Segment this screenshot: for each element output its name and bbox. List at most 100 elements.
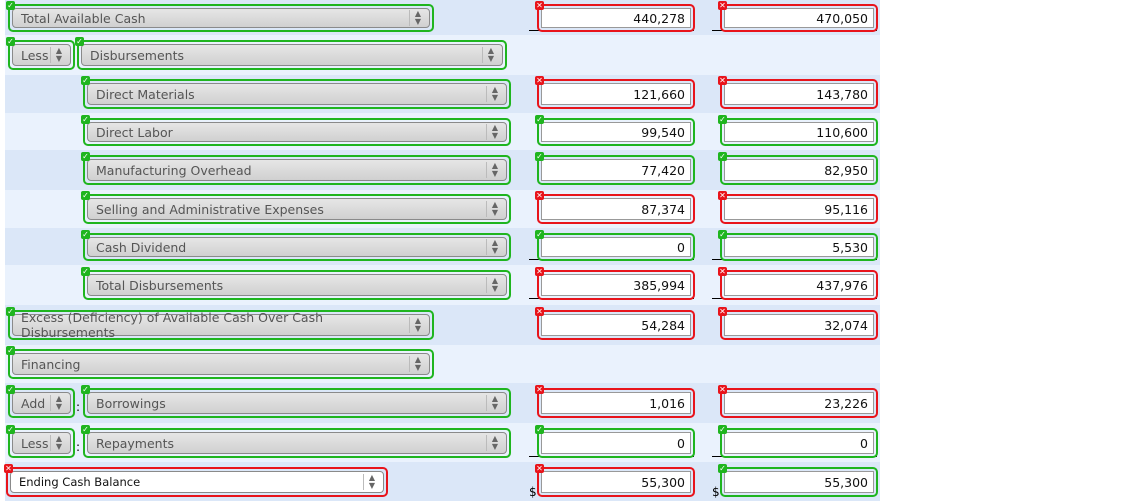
- select-field[interactable]: ✓ Direct Materials ▲ ▼: [81, 76, 511, 109]
- select-field[interactable]: ✓ Selling and Administrative Expenses ▲ ▼: [81, 191, 511, 224]
- amount-input[interactable]: 0: [724, 432, 874, 454]
- x-icon: ✕: [718, 307, 727, 316]
- amount-field[interactable]: ✕ 54,284: [535, 307, 695, 340]
- amount-input[interactable]: 32,074: [724, 314, 874, 336]
- amount-field[interactable]: ✕ 1,016: [535, 385, 695, 418]
- check-icon: ✓: [6, 385, 15, 394]
- dropdown-label: Direct Labor: [96, 124, 173, 140]
- amount-input[interactable]: 87,374: [541, 198, 691, 220]
- check-icon: ✓: [718, 464, 727, 473]
- amount-input[interactable]: 143,780: [724, 83, 874, 105]
- colon-separator: :: [76, 400, 81, 414]
- amount-input[interactable]: 437,976: [724, 274, 874, 296]
- dropdown[interactable]: Ending Cash Balance ▲ ▼: [10, 471, 384, 493]
- amount-input[interactable]: 1,016: [541, 392, 691, 414]
- dropdown[interactable]: Add ▲ ▼: [12, 392, 71, 414]
- amount-input[interactable]: 121,660: [541, 83, 691, 105]
- check-icon: ✓: [81, 425, 90, 434]
- select-field[interactable]: ✓ Repayments ▲ ▼: [81, 425, 511, 458]
- dollar-sign: $: [529, 485, 537, 499]
- dropdown[interactable]: Less ▲ ▼: [12, 44, 71, 66]
- amount-input[interactable]: 385,994: [541, 274, 691, 296]
- dropdown[interactable]: Repayments ▲ ▼: [87, 432, 507, 454]
- dropdown[interactable]: Cash Dividend ▲ ▼: [87, 237, 507, 257]
- amount-field[interactable]: ✓ 0: [535, 230, 695, 261]
- amount-input[interactable]: 110,600: [724, 122, 874, 142]
- amount-field[interactable]: ✕ 121,660: [535, 76, 695, 109]
- select-field[interactable]: ✓ Borrowings ▲ ▼: [81, 385, 511, 418]
- amount-input[interactable]: 55,300: [541, 471, 691, 493]
- amount-input[interactable]: 0: [541, 237, 691, 257]
- amount-field[interactable]: ✓ 0: [535, 425, 695, 458]
- dropdown[interactable]: Selling and Administrative Expenses ▲ ▼: [87, 198, 507, 220]
- check-icon: ✓: [81, 191, 90, 200]
- select-field[interactable]: ✓ Disbursements ▲ ▼: [75, 37, 507, 70]
- updown-arrow-icon: ▲ ▼: [485, 395, 498, 411]
- amount-field[interactable]: ✓ 77,420: [535, 152, 695, 185]
- select-field[interactable]: ✕ Ending Cash Balance ▲ ▼: [4, 464, 388, 497]
- dropdown[interactable]: Borrowings ▲ ▼: [87, 392, 507, 414]
- dropdown-label: Ending Cash Balance: [19, 475, 141, 489]
- amount-field[interactable]: ✕ 385,994: [535, 267, 695, 300]
- amount-field[interactable]: ✓ 82,950: [718, 152, 878, 185]
- select-field[interactable]: ✓ Manufacturing Overhead ▲ ▼: [81, 152, 511, 185]
- select-field[interactable]: ✓ Add ▲ ▼: [6, 385, 75, 418]
- check-icon: ✓: [6, 346, 15, 355]
- check-icon: ✓: [81, 230, 90, 239]
- dropdown[interactable]: Direct Materials ▲ ▼: [87, 83, 507, 105]
- amount-field[interactable]: ✕ 95,116: [718, 191, 878, 224]
- dropdown[interactable]: Less ▲ ▼: [12, 432, 71, 454]
- amount-input[interactable]: 470,050: [724, 8, 874, 28]
- amount-field[interactable]: ✕ 143,780: [718, 76, 878, 109]
- amount-input[interactable]: 23,226: [724, 392, 874, 414]
- dropdown[interactable]: Total Disbursements ▲ ▼: [87, 274, 507, 296]
- amount-field[interactable]: ✕ 440,278: [535, 1, 695, 32]
- select-field[interactable]: ✓ Excess (Deficiency) of Available Cash O…: [6, 307, 434, 340]
- amount-field[interactable]: ✕ 87,374: [535, 191, 695, 224]
- check-icon: ✓: [81, 115, 90, 124]
- dropdown[interactable]: Manufacturing Overhead ▲ ▼: [87, 159, 507, 181]
- select-field[interactable]: ✓ Less ▲ ▼: [6, 425, 75, 458]
- dropdown[interactable]: Direct Labor ▲ ▼: [87, 122, 507, 142]
- dropdown-label: Financing: [21, 356, 81, 372]
- amount-field[interactable]: ✕ 470,050: [718, 1, 878, 32]
- select-field[interactable]: ✓ Direct Labor ▲ ▼: [81, 115, 511, 146]
- amount-field[interactable]: ✕ 23,226: [718, 385, 878, 418]
- amount-input[interactable]: 55,300: [724, 471, 874, 493]
- dropdown[interactable]: Financing ▲ ▼: [12, 353, 430, 375]
- amount-input[interactable]: 82,950: [724, 159, 874, 181]
- amount-field[interactable]: ✕ 55,300: [535, 464, 695, 497]
- select-field[interactable]: ✓ Cash Dividend ▲ ▼: [81, 230, 511, 261]
- updown-arrow-icon: ▲ ▼: [362, 474, 375, 490]
- amount-field[interactable]: ✓ 5,530: [718, 230, 878, 261]
- table-row: ✓ Add ▲ ▼: ✓ Borrowings ▲ ▼ ✕ 1,016 ✕ 23,226: [5, 383, 880, 423]
- amount-field[interactable]: ✕ 32,074: [718, 307, 878, 340]
- dropdown-label: Less: [21, 435, 49, 451]
- amount-field[interactable]: ✓ 99,540: [535, 115, 695, 146]
- select-field[interactable]: ✓ Less ▲ ▼: [6, 37, 75, 70]
- amount-input[interactable]: 440,278: [541, 8, 691, 28]
- amount-input[interactable]: 95,116: [724, 198, 874, 220]
- amount-field[interactable]: ✓ 55,300: [718, 464, 878, 497]
- select-field[interactable]: ✓ Total Disbursements ▲ ▼: [81, 267, 511, 300]
- check-icon: ✓: [718, 230, 727, 239]
- x-icon: ✕: [718, 76, 727, 85]
- dropdown[interactable]: Excess (Deficiency) of Available Cash Ov…: [12, 310, 430, 340]
- amount-input[interactable]: 99,540: [541, 122, 691, 142]
- updown-arrow-icon: ▲ ▼: [485, 435, 498, 451]
- amount-input[interactable]: 54,284: [541, 314, 691, 336]
- dropdown-label: Selling and Administrative Expenses: [96, 201, 324, 217]
- amount-input[interactable]: 0: [541, 432, 691, 454]
- check-icon: ✓: [535, 152, 544, 161]
- select-field[interactable]: ✓ Financing ▲ ▼: [6, 346, 434, 379]
- dropdown[interactable]: Disbursements ▲ ▼: [81, 44, 503, 66]
- amount-field[interactable]: ✓ 110,600: [718, 115, 878, 146]
- updown-arrow-icon: ▲ ▼: [485, 277, 498, 293]
- select-field[interactable]: ✓ Total Available Cash ▲ ▼: [6, 1, 434, 32]
- amount-input[interactable]: 77,420: [541, 159, 691, 181]
- amount-input[interactable]: 5,530: [724, 237, 874, 257]
- amount-field[interactable]: ✓ 0: [718, 425, 878, 458]
- amount-field[interactable]: ✕ 437,976: [718, 267, 878, 300]
- updown-arrow-icon: ▲ ▼: [49, 435, 62, 451]
- dropdown[interactable]: Total Available Cash ▲ ▼: [12, 8, 430, 28]
